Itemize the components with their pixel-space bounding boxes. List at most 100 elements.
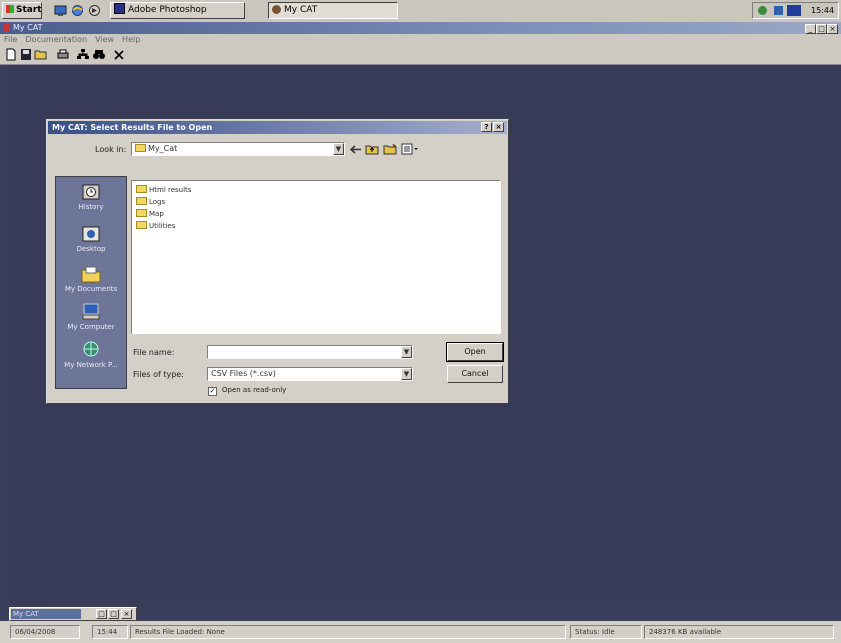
network-tree-icon[interactable]: [76, 48, 90, 61]
look-in-label: Look in:: [95, 145, 127, 154]
open-file-dialog: My CAT: Select Results File to Open ? × …: [46, 119, 509, 404]
taskbar: Start Adobe Photoshop My CAT 15:44: [0, 0, 841, 23]
status-date: 06/04/2008: [10, 625, 80, 639]
taskbar-item-photoshop[interactable]: Adobe Photoshop: [110, 2, 245, 19]
new-file-icon[interactable]: [4, 48, 18, 61]
desktop-icon: [82, 226, 100, 242]
status-bar: 06/04/2008 15:44 Results File Loaded: No…: [0, 621, 841, 643]
start-label: Start: [16, 5, 42, 15]
binoculars-icon[interactable]: [92, 48, 106, 61]
history-icon: [82, 184, 100, 200]
window-controls: _ □ ×: [805, 23, 839, 34]
my-computer-icon: [82, 303, 100, 320]
folder-item[interactable]: Map: [136, 209, 164, 219]
folder-label: Html results: [149, 186, 192, 194]
place-label: History: [78, 203, 104, 211]
chevron-down-icon[interactable]: ▼: [401, 346, 412, 358]
menu-view[interactable]: View: [95, 35, 114, 44]
look-in-dropdown[interactable]: My_Cat ▼: [131, 142, 345, 156]
folder-icon: [135, 144, 146, 152]
read-only-label: Open as read-only: [222, 386, 287, 394]
dialog-title-bar: My CAT: Select Results File to Open ? ×: [48, 121, 507, 134]
close-button[interactable]: ×: [121, 609, 132, 619]
folder-icon: [136, 197, 147, 205]
minimize-button[interactable]: _: [805, 24, 816, 34]
open-folder-icon[interactable]: [34, 48, 48, 61]
minimized-title: My CAT: [11, 609, 81, 619]
start-button[interactable]: Start: [2, 2, 42, 19]
folder-icon: [136, 209, 147, 217]
place-my-computer[interactable]: My Computer: [56, 303, 126, 331]
close-button[interactable]: ×: [827, 24, 838, 34]
file-type-dropdown[interactable]: CSV Files (*.csv) ▼: [207, 367, 413, 381]
minimized-window[interactable]: My CAT □ □ ×: [9, 607, 137, 621]
clock: 15:44: [811, 6, 835, 15]
place-label: My Computer: [67, 323, 115, 331]
browser-icon[interactable]: [71, 4, 84, 17]
maximize-button[interactable]: □: [108, 609, 119, 619]
place-label: My Documents: [64, 285, 118, 293]
menu-documentation[interactable]: Documentation: [25, 35, 87, 44]
chevron-down-icon[interactable]: ▼: [401, 368, 412, 380]
status-message: Results File Loaded: None: [130, 625, 566, 639]
folder-item[interactable]: Html results: [136, 185, 191, 195]
folder-label: Logs: [149, 198, 166, 206]
toolbar: [0, 46, 841, 65]
app-title-bar: My CAT _ □ ×: [0, 22, 841, 34]
file-list[interactable]: Html results Logs Map Utilities: [131, 180, 501, 334]
place-my-network[interactable]: My Network P...: [56, 341, 126, 369]
place-desktop[interactable]: Desktop: [56, 225, 126, 253]
look-in-value: My_Cat: [148, 144, 178, 153]
chevron-down-icon[interactable]: ▼: [333, 143, 344, 155]
app-title: My CAT: [13, 23, 43, 32]
status-time: 15:44: [92, 625, 128, 639]
up-folder-icon[interactable]: [365, 143, 379, 155]
place-label: Desktop: [76, 245, 106, 253]
menu-bar: File Documentation View Help: [0, 34, 841, 46]
menu-file[interactable]: File: [4, 35, 17, 44]
view-menu-icon[interactable]: [401, 143, 419, 155]
desktop-icon[interactable]: [54, 4, 67, 17]
taskbar-item-label: My CAT: [284, 5, 318, 15]
taskbar-item-label: Adobe Photoshop: [128, 5, 207, 15]
dialog-title: My CAT: Select Results File to Open: [52, 123, 213, 132]
place-my-documents[interactable]: My Documents: [56, 265, 126, 293]
file-name-label: File name:: [133, 348, 175, 357]
dialog-close-button[interactable]: ×: [493, 122, 504, 132]
read-only-checkbox[interactable]: ✓: [208, 387, 217, 396]
file-type-value: CSV Files (*.csv): [211, 369, 276, 378]
folder-item[interactable]: Utilities: [136, 221, 175, 231]
file-name-input[interactable]: ▼: [207, 345, 413, 359]
monitor-icon[interactable]: [787, 5, 801, 16]
network-icon[interactable]: [773, 5, 784, 16]
app-icon: [3, 24, 10, 31]
open-button[interactable]: Open: [446, 342, 504, 362]
media-icon[interactable]: [88, 4, 101, 17]
place-history[interactable]: History: [56, 183, 126, 211]
folder-icon: [136, 221, 147, 229]
save-icon[interactable]: [19, 48, 33, 61]
status-state: Status: Idle: [570, 625, 642, 639]
taskbar-item-mycat[interactable]: My CAT: [268, 2, 398, 19]
back-arrow-icon[interactable]: [349, 144, 363, 155]
new-folder-icon[interactable]: [383, 143, 397, 155]
print-icon[interactable]: [56, 48, 70, 61]
folder-label: Utilities: [149, 222, 176, 230]
my-documents-icon: [81, 266, 101, 283]
network-globe-icon: [83, 341, 99, 357]
help-button[interactable]: ?: [481, 122, 492, 132]
place-label: My Network P...: [64, 361, 118, 369]
status-memory: 248376 KB available: [644, 625, 834, 639]
mycat-icon: [272, 5, 281, 14]
maximize-button[interactable]: □: [816, 24, 827, 34]
restore-button[interactable]: □: [96, 609, 107, 619]
menu-help[interactable]: Help: [122, 35, 140, 44]
app-window: My CAT _ □ × File Documentation View Help M…: [0, 22, 841, 643]
file-type-label: Files of type:: [133, 370, 184, 379]
folder-item[interactable]: Logs: [136, 197, 165, 207]
cancel-button[interactable]: Cancel: [447, 365, 503, 383]
delete-x-icon[interactable]: [112, 48, 126, 61]
windows-logo-icon: [6, 5, 14, 13]
volume-icon[interactable]: [757, 5, 768, 16]
folder-icon: [136, 185, 147, 193]
